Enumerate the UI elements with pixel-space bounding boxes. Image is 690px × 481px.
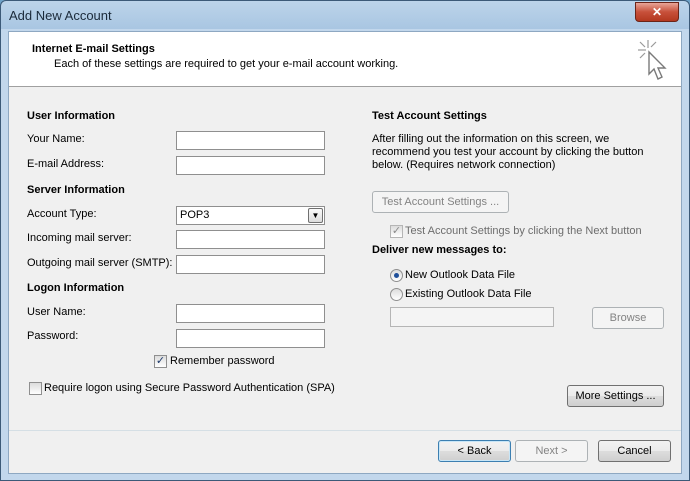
email-label: E-mail Address:	[27, 158, 105, 170]
incoming-server-label: Incoming mail server:	[27, 232, 132, 244]
back-button[interactable]: < Back	[438, 440, 511, 462]
more-settings-button[interactable]: More Settings ...	[567, 385, 664, 407]
your-name-label: Your Name:	[27, 133, 85, 145]
username-input[interactable]	[176, 304, 325, 323]
chevron-down-icon[interactable]: ▼	[308, 208, 323, 223]
test-description-line-3: below. (Requires network connection)	[372, 159, 556, 171]
test-next-label: Test Account Settings by clicking the Ne…	[405, 225, 642, 237]
user-info-heading: User Information	[27, 110, 116, 122]
add-account-window: Add New Account ✕ Internet E-mail Settin…	[0, 0, 690, 481]
deliver-heading: Deliver new messages to:	[372, 244, 507, 256]
close-button[interactable]: ✕	[635, 2, 679, 22]
server-info-heading: Server Information	[27, 184, 125, 196]
dialog-header: Internet E-mail Settings Each of these s…	[9, 32, 681, 87]
spa-label: Require logon using Secure Password Auth…	[44, 382, 335, 394]
window-title: Add New Account	[9, 8, 112, 23]
test-account-settings-button[interactable]: Test Account Settings ...	[372, 191, 509, 213]
test-description-line-1: After filling out the information on thi…	[372, 133, 610, 145]
incoming-server-input[interactable]	[176, 230, 325, 249]
password-input[interactable]	[176, 329, 325, 348]
header-title: Internet E-mail Settings	[32, 43, 155, 55]
password-label: Password:	[27, 330, 79, 342]
test-description-line-2: recommend you test your account by click…	[372, 146, 644, 158]
cancel-button[interactable]: Cancel	[598, 440, 671, 462]
account-type-select[interactable]: POP3 ▼	[176, 206, 325, 225]
footer-divider	[9, 430, 681, 431]
test-next-checkbox[interactable]: ✓	[390, 225, 403, 238]
cursor-sparkle-icon	[638, 40, 667, 80]
remember-password-checkbox[interactable]: ✓	[154, 355, 167, 368]
account-type-label: Account Type:	[27, 208, 97, 220]
spa-checkbox[interactable]	[29, 382, 42, 395]
existing-data-file-label: Existing Outlook Data File	[405, 288, 532, 300]
existing-data-file-path[interactable]	[390, 307, 554, 327]
dialog-client-area: Internet E-mail Settings Each of these s…	[8, 31, 682, 474]
logon-info-heading: Logon Information	[27, 282, 125, 294]
title-bar: Add New Account ✕	[1, 1, 689, 31]
username-label: User Name:	[27, 306, 86, 318]
next-button[interactable]: Next >	[515, 440, 588, 462]
email-input[interactable]	[176, 156, 325, 175]
browse-button[interactable]: Browse	[592, 307, 664, 329]
existing-data-file-radio[interactable]	[390, 288, 403, 301]
new-data-file-radio[interactable]	[390, 269, 403, 282]
remember-password-label: Remember password	[170, 355, 275, 367]
outgoing-server-input[interactable]	[176, 255, 325, 274]
new-data-file-label: New Outlook Data File	[405, 269, 516, 281]
header-subtitle: Each of these settings are required to g…	[54, 58, 399, 70]
test-settings-heading: Test Account Settings	[372, 110, 487, 122]
account-type-value: POP3	[180, 209, 210, 221]
your-name-input[interactable]	[176, 131, 325, 150]
outgoing-server-label: Outgoing mail server (SMTP):	[27, 257, 173, 269]
